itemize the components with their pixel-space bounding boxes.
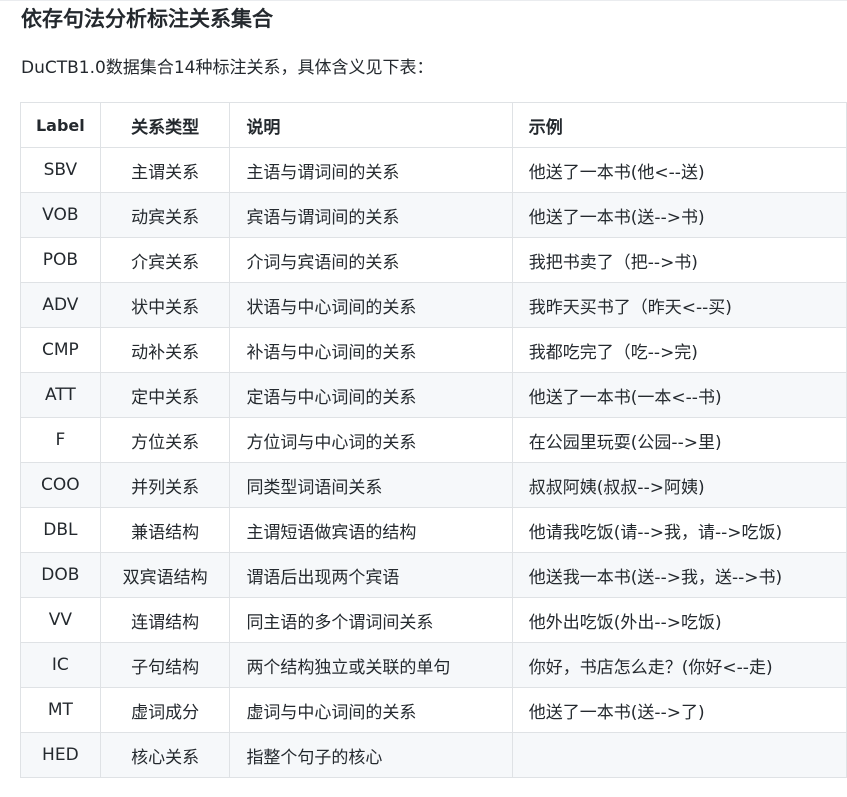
cell-relation-type: 双宾语结构 (99, 552, 231, 598)
cell-relation-type: 状中关系 (99, 282, 231, 328)
table-row: VOB 动宾关系 宾语与谓词间的关系 他送了一本书(送-->书) (20, 192, 847, 238)
table-row: POB 介宾关系 介词与宾语间的关系 我把书卖了（把-->书) (20, 237, 847, 283)
cell-example: 我都吃完了（吃-->完) (511, 327, 847, 373)
cell-relation-type: 介宾关系 (99, 237, 231, 283)
table-body: SBV 主谓关系 主语与谓词间的关系 他送了一本书(他<--送) VOB 动宾关系 宾语与谓… (20, 147, 847, 778)
cell-example: 他外出吃饭(外出-->吃饭) (511, 597, 847, 643)
cell-description: 虚词与中心词间的关系 (229, 687, 513, 733)
table-row: CMP 动补关系 补语与中心词间的关系 我都吃完了（吃-->完) (20, 327, 847, 373)
cell-description: 介词与宾语间的关系 (229, 237, 513, 283)
cell-relation-type: 子句结构 (99, 642, 231, 688)
table-row: MT 虚词成分 虚词与中心词间的关系 他送了一本书(送-->了) (20, 687, 847, 733)
section-heading: 依存句法分析标注关系集合 (21, 7, 273, 31)
cell-label: CMP (20, 327, 101, 373)
table-row: IC 子句结构 两个结构独立或关联的单句 你好，书店怎么走？(你好<--走) (20, 642, 847, 688)
cell-label: HED (20, 732, 101, 778)
cell-description: 方位词与中心词的关系 (229, 417, 513, 463)
column-header-type: 关系类型 (99, 102, 231, 148)
cell-example: 你好，书店怎么走？(你好<--走) (511, 642, 847, 688)
cell-label: ADV (20, 282, 101, 328)
cell-relation-type: 主谓关系 (99, 147, 231, 193)
cell-relation-type: 定中关系 (99, 372, 231, 418)
table-row: DOB 双宾语结构 谓语后出现两个宾语 他送我一本书(送-->我，送-->书) (20, 552, 847, 598)
cell-label: POB (20, 237, 101, 283)
intro-paragraph: DuCTB1.0数据集合14种标注关系，具体含义见下表： (21, 58, 434, 78)
top-divider (0, 0, 847, 1)
cell-relation-type: 虚词成分 (99, 687, 231, 733)
cell-description: 补语与中心词间的关系 (229, 327, 513, 373)
cell-description: 主谓短语做宾语的结构 (229, 507, 513, 553)
cell-relation-type: 动宾关系 (99, 192, 231, 238)
cell-description: 定语与中心词间的关系 (229, 372, 513, 418)
cell-description: 同类型词语间关系 (229, 462, 513, 508)
cell-description: 两个结构独立或关联的单句 (229, 642, 513, 688)
table-row: VV 连谓结构 同主语的多个谓词间关系 他外出吃饭(外出-->吃饭) (20, 597, 847, 643)
cell-relation-type: 方位关系 (99, 417, 231, 463)
cell-label: SBV (20, 147, 101, 193)
relations-table: Label 关系类型 说明 示例 SBV 主谓关系 主语与谓词间的关系 他送了一本书(… (20, 102, 847, 778)
cell-relation-type: 连谓结构 (99, 597, 231, 643)
table-row: SBV 主谓关系 主语与谓词间的关系 他送了一本书(他<--送) (20, 147, 847, 193)
cell-example: 我昨天买书了（昨天<--买) (511, 282, 847, 328)
cell-example: 他送了一本书(一本<--书) (511, 372, 847, 418)
cell-relation-type: 动补关系 (99, 327, 231, 373)
cell-label: COO (20, 462, 101, 508)
cell-description: 状语与中心词间的关系 (229, 282, 513, 328)
cell-description: 主语与谓词间的关系 (229, 147, 513, 193)
cell-example: 他送了一本书(他<--送) (511, 147, 847, 193)
table-header-row: Label 关系类型 说明 示例 (20, 102, 847, 148)
cell-example: 我把书卖了（把-->书) (511, 237, 847, 283)
cell-example: 他请我吃饭(请-->我，请-->吃饭) (511, 507, 847, 553)
cell-example: 叔叔阿姨(叔叔-->阿姨) (511, 462, 847, 508)
cell-example: 他送了一本书(送-->了) (511, 687, 847, 733)
cell-example: 他送我一本书(送-->我，送-->书) (511, 552, 847, 598)
table-row: ATT 定中关系 定语与中心词间的关系 他送了一本书(一本<--书) (20, 372, 847, 418)
cell-description: 宾语与谓词间的关系 (229, 192, 513, 238)
table-row: F 方位关系 方位词与中心词的关系 在公园里玩耍(公园-->里) (20, 417, 847, 463)
cell-relation-type: 兼语结构 (99, 507, 231, 553)
cell-label: ATT (20, 372, 101, 418)
cell-label: F (20, 417, 101, 463)
cell-description: 同主语的多个谓词间关系 (229, 597, 513, 643)
cell-example (511, 732, 847, 778)
cell-description: 谓语后出现两个宾语 (229, 552, 513, 598)
cell-description: 指整个句子的核心 (229, 732, 513, 778)
table-row: ADV 状中关系 状语与中心词间的关系 我昨天买书了（昨天<--买) (20, 282, 847, 328)
column-header-label: Label (20, 102, 101, 148)
cell-label: MT (20, 687, 101, 733)
table-row: DBL 兼语结构 主谓短语做宾语的结构 他请我吃饭(请-->我，请-->吃饭) (20, 507, 847, 553)
cell-relation-type: 并列关系 (99, 462, 231, 508)
column-header-description: 说明 (229, 102, 513, 148)
cell-label: VV (20, 597, 101, 643)
column-header-example: 示例 (511, 102, 847, 148)
cell-example: 在公园里玩耍(公园-->里) (511, 417, 847, 463)
cell-label: DBL (20, 507, 101, 553)
cell-example: 他送了一本书(送-->书) (511, 192, 847, 238)
cell-label: DOB (20, 552, 101, 598)
table-header: Label 关系类型 说明 示例 (20, 102, 847, 148)
table-row: COO 并列关系 同类型词语间关系 叔叔阿姨(叔叔-->阿姨) (20, 462, 847, 508)
table-row: HED 核心关系 指整个句子的核心 (20, 732, 847, 778)
cell-label: IC (20, 642, 101, 688)
cell-relation-type: 核心关系 (99, 732, 231, 778)
cell-label: VOB (20, 192, 101, 238)
